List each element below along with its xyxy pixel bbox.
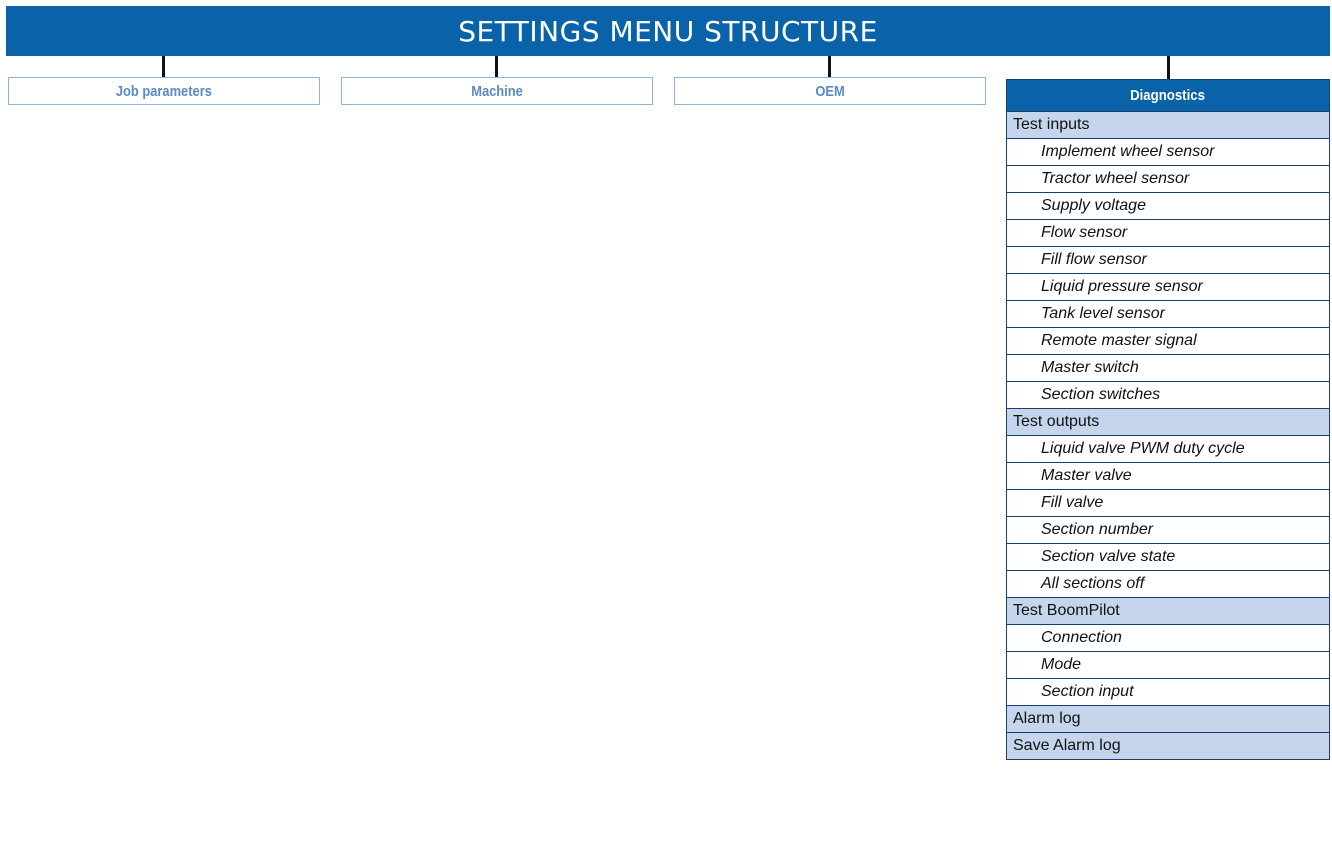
diagnostics-item-row[interactable]: Section valve state	[1007, 543, 1329, 570]
diagnostics-group-row[interactable]: Test BoomPilot	[1007, 597, 1329, 624]
diagnostics-item-row[interactable]: Mode	[1007, 651, 1329, 678]
diagnostics-header[interactable]: Diagnostics	[1007, 80, 1329, 111]
diagnostics-item-row[interactable]: Tank level sensor	[1007, 300, 1329, 327]
diagnostics-item-row[interactable]: Implement wheel sensor	[1007, 138, 1329, 165]
diagnostics-item-row[interactable]: Master valve	[1007, 462, 1329, 489]
diagnostics-item-row[interactable]: Section switches	[1007, 381, 1329, 408]
diagnostics-item-row[interactable]: Fill flow sensor	[1007, 246, 1329, 273]
connector-job-parameters	[162, 56, 165, 77]
diagnostics-item-row[interactable]: All sections off	[1007, 570, 1329, 597]
diagnostics-group-row[interactable]: Test inputs	[1007, 111, 1329, 138]
diagnostics-item-row[interactable]: Supply voltage	[1007, 192, 1329, 219]
diagnostics-item-row[interactable]: Liquid valve PWM duty cycle	[1007, 435, 1329, 462]
diagnostics-item-row[interactable]: Tractor wheel sensor	[1007, 165, 1329, 192]
menu-box-job-parameters[interactable]: Job parameters	[8, 77, 320, 105]
menu-box-label: Job parameters	[115, 83, 213, 100]
diagnostics-item-row[interactable]: Master switch	[1007, 354, 1329, 381]
diagnostics-item-row[interactable]: Fill valve	[1007, 489, 1329, 516]
diagnostics-item-row[interactable]: Connection	[1007, 624, 1329, 651]
diagnostics-item-row[interactable]: Section number	[1007, 516, 1329, 543]
diagnostics-item-row[interactable]: Flow sensor	[1007, 219, 1329, 246]
page-title: SETTINGS MENU STRUCTURE	[6, 6, 1330, 56]
menu-box-label: OEM	[815, 83, 845, 100]
diagnostics-item-row[interactable]: Liquid pressure sensor	[1007, 273, 1329, 300]
diagnostics-menu: Diagnostics Test inputs Implement wheel s…	[1006, 79, 1330, 760]
diagnostics-group-row[interactable]: Test outputs	[1007, 408, 1329, 435]
connector-diagnostics	[1167, 56, 1170, 79]
diagnostics-group-row[interactable]: Alarm log	[1007, 705, 1329, 732]
connector-machine	[495, 56, 498, 77]
diagnostics-item-row[interactable]: Section input	[1007, 678, 1329, 705]
diagnostics-list: Test inputs Implement wheel sensor Tractor…	[1007, 111, 1329, 759]
menu-box-oem[interactable]: OEM	[674, 77, 986, 105]
connector-oem	[828, 56, 831, 77]
diagnostics-header-label: Diagnostics	[1130, 87, 1206, 104]
menu-box-machine[interactable]: Machine	[341, 77, 653, 105]
diagnostics-group-row[interactable]: Save Alarm log	[1007, 732, 1329, 759]
menu-box-label: Machine	[471, 83, 523, 100]
diagnostics-item-row[interactable]: Remote master signal	[1007, 327, 1329, 354]
